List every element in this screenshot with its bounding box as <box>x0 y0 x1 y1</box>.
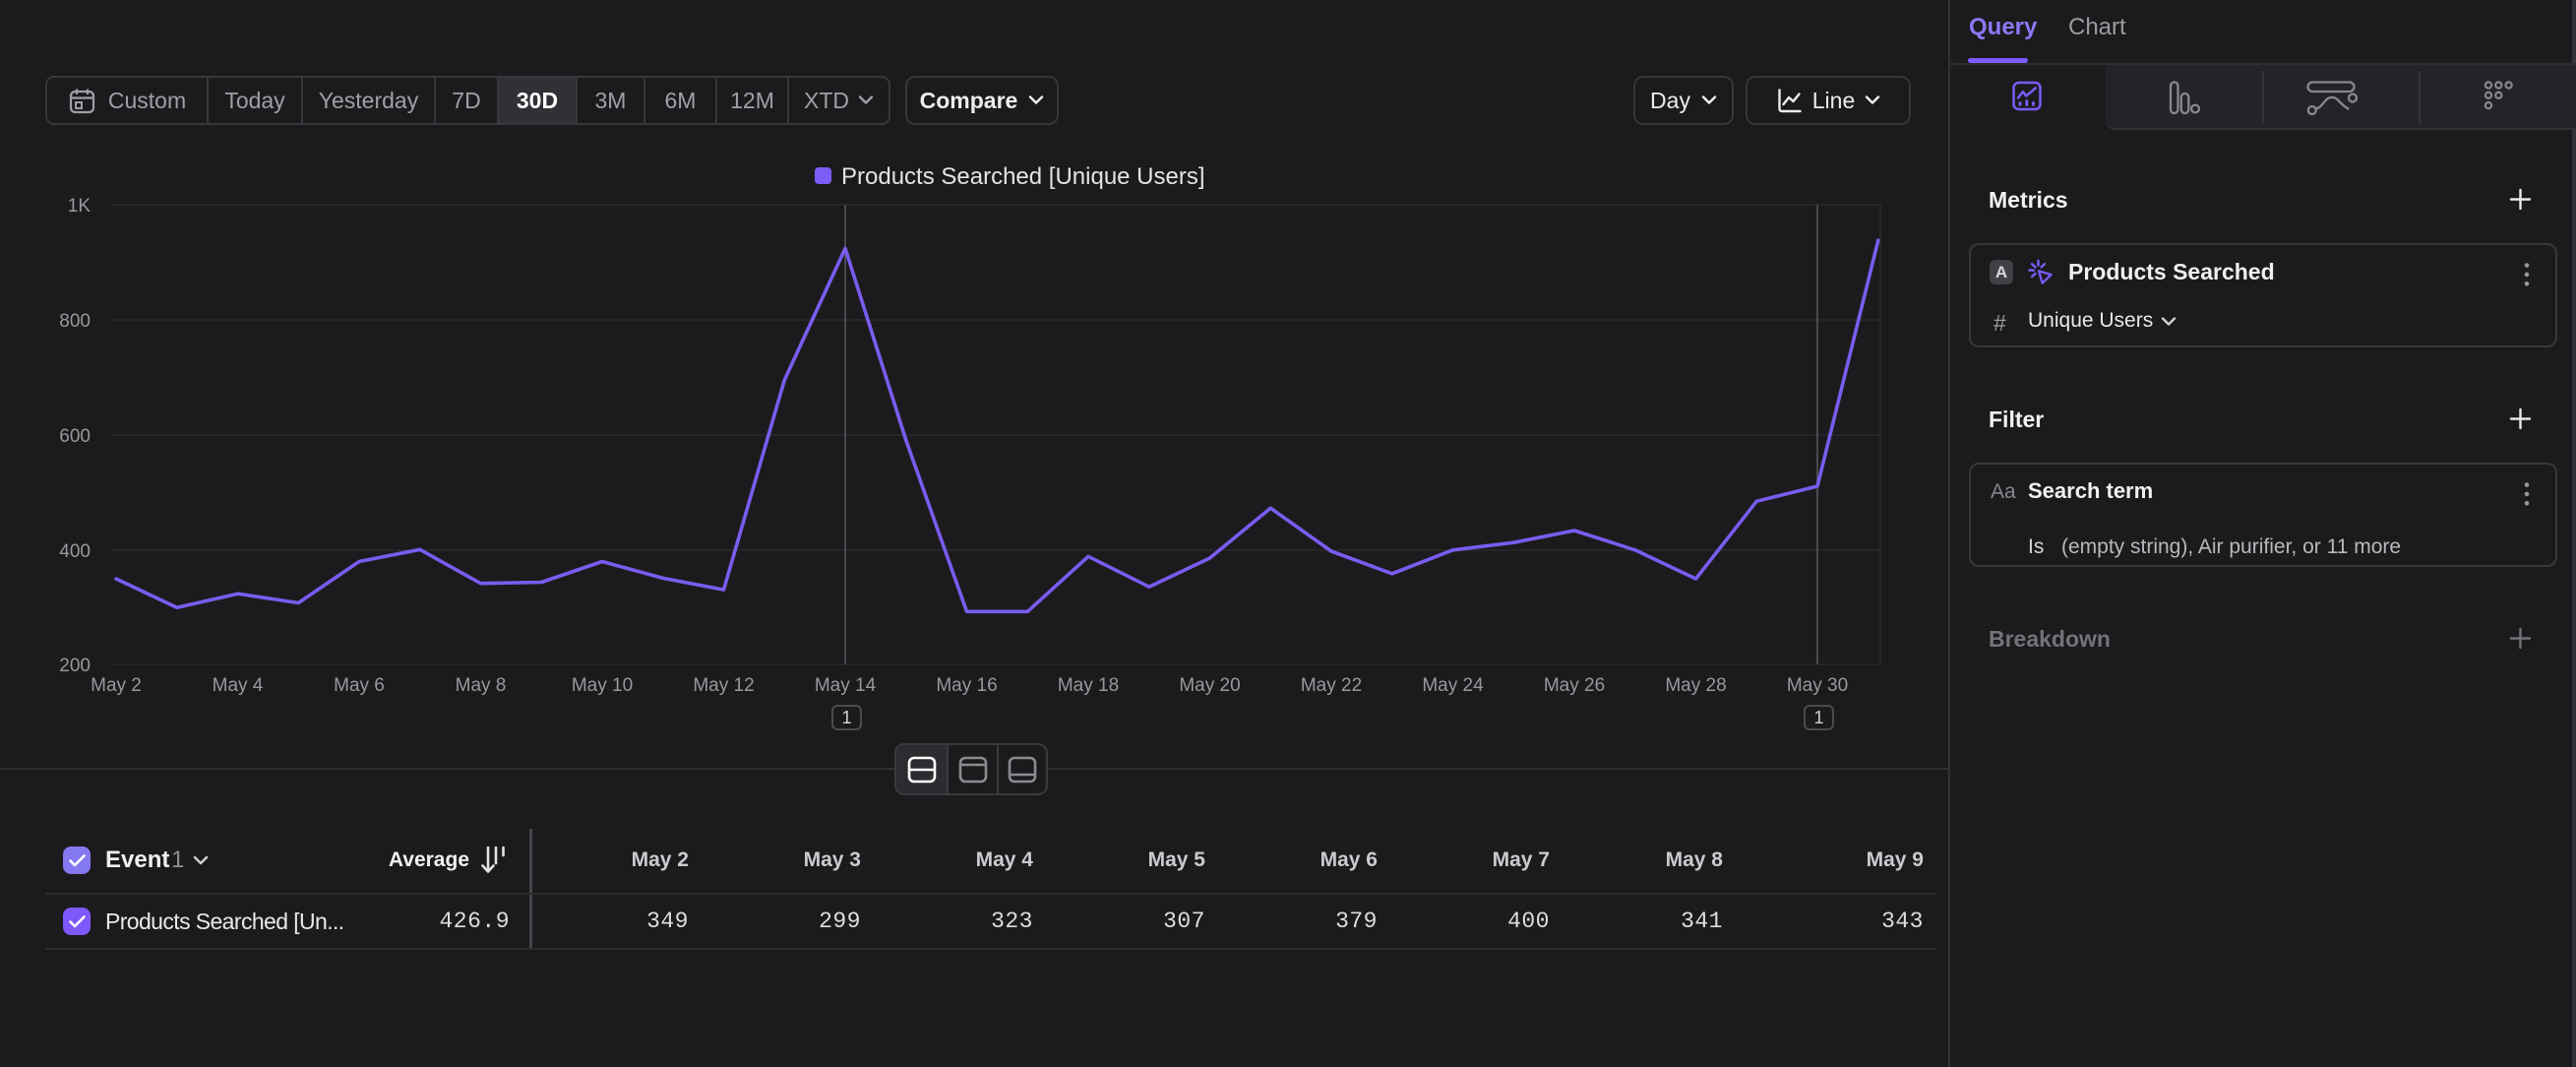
svg-text:May 8: May 8 <box>456 675 507 696</box>
svg-text:May 12: May 12 <box>693 675 754 696</box>
svg-text:May 14: May 14 <box>815 675 877 696</box>
svg-text:May 22: May 22 <box>1301 675 1362 696</box>
svg-text:May 2: May 2 <box>91 675 142 696</box>
svg-text:200: 200 <box>59 656 91 676</box>
svg-text:May 6: May 6 <box>334 675 385 696</box>
svg-text:800: 800 <box>59 311 91 332</box>
svg-text:May 10: May 10 <box>572 675 633 696</box>
svg-text:May 24: May 24 <box>1422 675 1484 696</box>
svg-text:600: 600 <box>59 426 91 447</box>
svg-text:May 16: May 16 <box>936 675 997 696</box>
svg-text:May 30: May 30 <box>1787 675 1848 696</box>
svg-text:May 28: May 28 <box>1665 675 1726 696</box>
svg-text:May 4: May 4 <box>213 675 264 696</box>
svg-text:May 26: May 26 <box>1544 675 1605 696</box>
svg-text:400: 400 <box>59 541 91 562</box>
svg-text:May 18: May 18 <box>1058 675 1119 696</box>
svg-text:1K: 1K <box>68 196 92 217</box>
svg-text:May 20: May 20 <box>1179 675 1240 696</box>
